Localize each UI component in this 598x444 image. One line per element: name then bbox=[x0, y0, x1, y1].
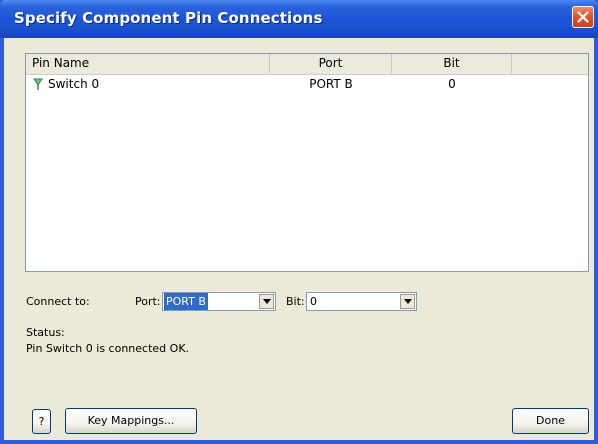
cell-pin-name: Switch 0 bbox=[48, 77, 100, 91]
port-dropdown-button[interactable] bbox=[259, 294, 274, 309]
bit-dropdown-button[interactable] bbox=[400, 294, 415, 309]
column-header-empty bbox=[512, 54, 588, 73]
cell-bit: 0 bbox=[448, 77, 456, 91]
window-title: Specify Component Pin Connections bbox=[14, 9, 323, 27]
pin-list[interactable]: Pin Name Port Bit Switch 0 PORT B 0 bbox=[25, 53, 589, 272]
table-row[interactable]: Switch 0 PORT B 0 bbox=[26, 75, 588, 93]
title-bar[interactable]: Specify Component Pin Connections bbox=[0, 0, 598, 38]
cell-port: PORT B bbox=[309, 77, 353, 91]
column-header-bit[interactable]: Bit bbox=[392, 54, 512, 73]
dialog-window: Specify Component Pin Connections Pin Na… bbox=[0, 0, 598, 444]
chevron-down-icon bbox=[263, 299, 271, 304]
port-label: Port: bbox=[135, 295, 161, 308]
status-label: Status: bbox=[26, 326, 65, 339]
port-dropdown[interactable]: PORT B bbox=[162, 292, 276, 311]
column-header-port[interactable]: Port bbox=[270, 54, 392, 73]
key-mappings-button[interactable]: Key Mappings... bbox=[65, 408, 197, 434]
status-message: Pin Switch 0 is connected OK. bbox=[26, 342, 190, 355]
column-header-pin-name[interactable]: Pin Name bbox=[26, 54, 270, 73]
done-button[interactable]: Done bbox=[512, 408, 589, 434]
close-icon bbox=[577, 11, 589, 23]
chevron-down-icon bbox=[404, 299, 412, 304]
pin-icon bbox=[32, 77, 44, 96]
port-value: PORT B bbox=[164, 293, 208, 310]
list-header: Pin Name Port Bit bbox=[26, 54, 588, 75]
bit-dropdown[interactable]: 0 bbox=[306, 292, 417, 311]
bit-label: Bit: bbox=[286, 295, 305, 308]
connect-to-label: Connect to: bbox=[26, 295, 90, 308]
help-button[interactable]: ? bbox=[32, 409, 51, 434]
close-button[interactable] bbox=[572, 6, 594, 28]
bit-value: 0 bbox=[310, 295, 317, 308]
